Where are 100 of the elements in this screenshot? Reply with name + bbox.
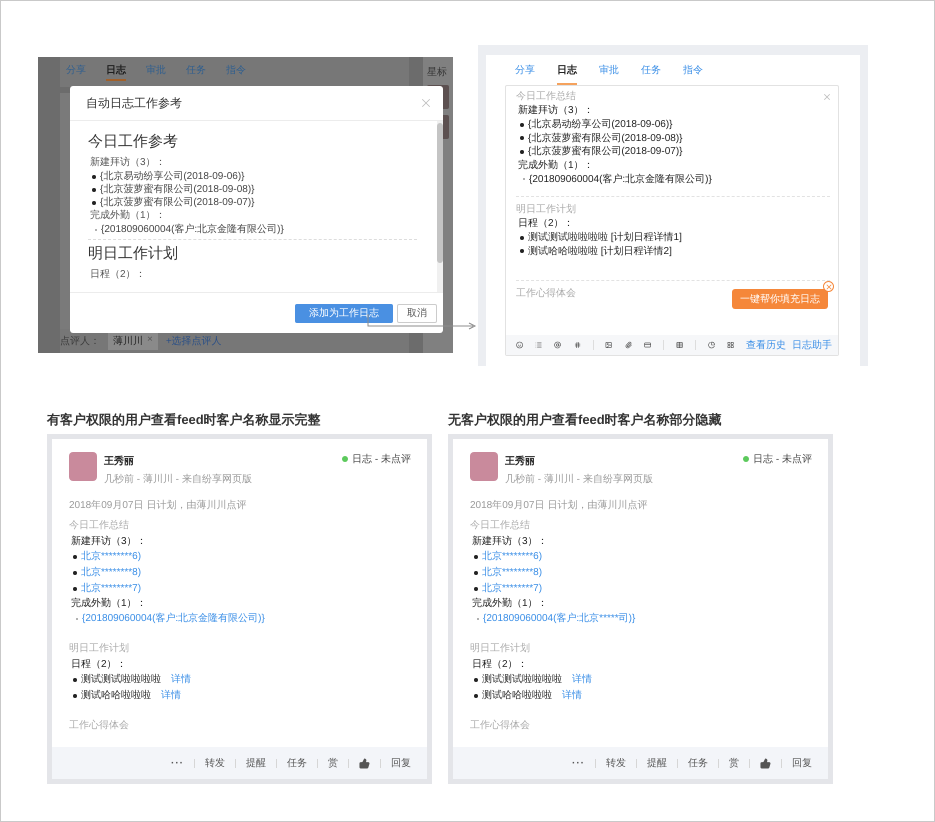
toolbar-link[interactable]: 日志助手: [792, 338, 832, 352]
section-label: 今日工作总结: [69, 518, 130, 533]
list-item-text: {北京菠萝蜜有限公司(2018-09-07)}: [528, 145, 682, 158]
customer-link[interactable]: 北京********8): [81, 565, 142, 581]
list-item-text: 测试哈哈啦啦啦: [81, 688, 151, 703]
photo-placeholder: [69, 452, 97, 481]
list-item-text: 测试哈哈啦啦啦: [482, 688, 552, 703]
tab[interactable]: 审批: [599, 63, 619, 85]
section-heading: 今日工作参考: [88, 132, 179, 152]
like-icon[interactable]: [760, 758, 771, 768]
tab[interactable]: 日志: [557, 63, 577, 85]
customer-link[interactable]: 北京********8): [482, 565, 542, 581]
tab[interactable]: 分享: [515, 63, 535, 85]
bullet-icon: [474, 587, 478, 591]
status-text: 日志 - 未点评: [352, 452, 411, 466]
tab[interactable]: 指令: [683, 63, 703, 85]
dialog-title: 自动日志工作参考: [86, 94, 182, 112]
status-dot: [743, 456, 750, 462]
side-label: 星标: [427, 66, 448, 79]
more-button[interactable]: ···: [572, 758, 585, 768]
customer-link[interactable]: {201809060004(客户:北京金隆有限公司)}: [82, 611, 265, 627]
detail-link[interactable]: 详情: [161, 688, 181, 704]
section-label: 今日工作总结: [516, 90, 576, 104]
group-label: 完成外勤（1）：: [472, 597, 549, 611]
bullet-icon: [520, 150, 524, 154]
author-name[interactable]: 王秀丽: [104, 454, 336, 468]
table-icon[interactable]: [676, 340, 683, 350]
list-item-text: {201809060004(客户:北京金隆有限公司)}: [529, 172, 712, 186]
group-label: 日程（2）：: [71, 658, 128, 672]
list-item-text: 测试测试啦啦啦啦: [482, 672, 562, 687]
customer-link[interactable]: 北京********7): [81, 581, 142, 597]
action-link[interactable]: 转发: [606, 756, 626, 770]
customer-link[interactable]: {201809060004(客户:北京*****司)}: [483, 611, 636, 627]
detail-link[interactable]: 详情: [572, 672, 592, 688]
bullet-icon: [73, 571, 77, 575]
image-icon[interactable]: [605, 340, 613, 350]
customer-link[interactable]: 北京********6): [482, 549, 542, 565]
bullet-icon: [73, 694, 77, 698]
reviewer-tag[interactable]: 薄川川 ×: [108, 332, 158, 350]
author-name[interactable]: 王秀丽: [505, 454, 736, 468]
scrollbar[interactable]: [437, 121, 443, 292]
bullet-icon: [73, 678, 77, 682]
card-icon[interactable]: [644, 340, 652, 350]
action-link[interactable]: 任务: [688, 756, 708, 770]
action-link[interactable]: 赏: [729, 756, 739, 770]
action-link[interactable]: 回复: [391, 756, 411, 770]
fill-tooltip[interactable]: 一键帮你填充日志: [732, 289, 828, 309]
detail-link[interactable]: 详情: [562, 688, 582, 704]
list-item-text: 测试测试啦啦啦啦 [计划日程详情1]: [528, 231, 682, 244]
list-item-text: {北京菠萝蜜有限公司(2018-09-07)}: [100, 196, 254, 209]
log-editor[interactable]: 今日工作总结 新建拜访（3）： {北京易动纷享公司(2018-09-06)} {北京菠萝蜜有限公司(2018-09-08)} {北京菠萝蜜有限公司(2018-09-07)} 完成外勤（1）： {201809060004(客户:北京金隆有限公司)} 明日工作计划 日程（2）： 测试测试啦啦啦啦 [计划日程详情1] 测试哈哈啦啦啦 [计划日程详情2] 工作心得体会 一键帮你填充日志 查看历史 日志助手: [505, 85, 839, 356]
at-sign-icon[interactable]: [554, 340, 562, 350]
list-item-text: {北京易动纷享公司(2018-09-06)}: [100, 170, 244, 183]
more-button[interactable]: ···: [171, 758, 184, 768]
action-link[interactable]: 提醒: [246, 756, 266, 770]
paperclip-icon[interactable]: [624, 340, 632, 350]
action-link[interactable]: 任务: [287, 756, 307, 770]
add-reviewer-link[interactable]: +选择点评人: [166, 334, 222, 348]
bullet-icon: [92, 200, 96, 204]
hash-icon[interactable]: [574, 340, 581, 350]
toolbar-link[interactable]: 查看历史: [746, 338, 786, 352]
notes-label: 工作心得体会: [69, 718, 130, 732]
action-link[interactable]: 赏: [328, 756, 338, 770]
group-label: 日程（2）：: [472, 658, 529, 672]
customer-link[interactable]: 北京********7): [482, 581, 542, 597]
bullet-icon: [73, 587, 77, 591]
date-line: 2018年09月07日 日计划，由薄川川点评: [69, 498, 248, 512]
list-item-text: {北京易动纷享公司(2018-09-06)}: [528, 118, 672, 132]
add-button[interactable]: 添加为工作日志: [295, 304, 393, 322]
cancel-button[interactable]: 取消: [397, 304, 437, 322]
detail-link[interactable]: 详情: [171, 672, 191, 688]
status-dot: [342, 456, 348, 462]
group-label: 完成外勤（1）：: [71, 597, 148, 611]
bullet-icon: [520, 136, 524, 140]
section-heading: 明日工作计划: [88, 244, 179, 264]
tab[interactable]: 日志: [106, 63, 126, 81]
notes-label: 工作心得体会: [470, 718, 531, 732]
list-icon[interactable]: [535, 340, 542, 350]
pie-chart-icon[interactable]: [708, 340, 715, 350]
remove-icon[interactable]: ×: [147, 334, 153, 348]
action-link[interactable]: 转发: [205, 756, 225, 770]
section-label: 今日工作总结: [470, 518, 531, 533]
list-item-text: {北京菠萝蜜有限公司(2018-09-08)}: [100, 183, 254, 196]
tab[interactable]: 任务: [641, 63, 661, 85]
list-item-text: {北京菠萝蜜有限公司(2018-09-08)}: [528, 132, 682, 145]
date-line: 2018年09月07日 日计划，由薄川川点评: [470, 498, 648, 512]
group-label: 新建拜访（3）：: [518, 104, 595, 118]
grid-icon[interactable]: [726, 340, 734, 350]
list-item-text: 测试测试啦啦啦啦: [81, 672, 161, 687]
section-label: 明日工作计划: [516, 203, 576, 217]
action-link[interactable]: 回复: [792, 756, 812, 770]
group-label: 新建拜访（3）：: [472, 535, 549, 549]
like-icon[interactable]: [359, 758, 370, 768]
bullet-icon: [474, 555, 478, 559]
section-label: 明日工作计划: [69, 642, 130, 656]
group-label: 日程（2）：: [90, 268, 147, 282]
post-meta: 几秒前 - 薄川川 - 来自纷享网页版: [505, 472, 654, 486]
smile-icon[interactable]: [516, 340, 524, 350]
action-link[interactable]: 提醒: [647, 756, 667, 770]
customer-link[interactable]: 北京********6): [81, 549, 142, 565]
